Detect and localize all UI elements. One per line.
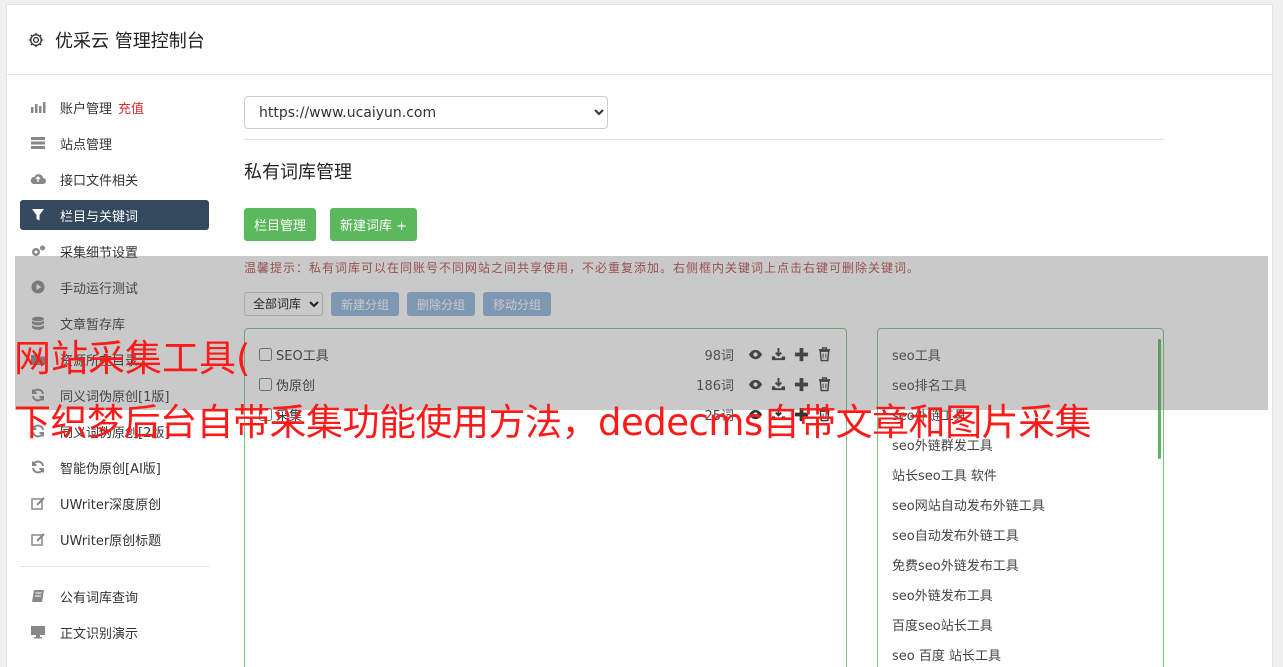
- caption-overlay: [15, 256, 1268, 410]
- sidebar-item-text-recognition[interactable]: 正文识别演示: [20, 617, 209, 647]
- sidebar-item-label: 智能伪原创[AI版]: [60, 461, 161, 477]
- divider: [244, 139, 1164, 140]
- new-library-button[interactable]: 新建词库 +: [330, 208, 418, 241]
- keyword-item[interactable]: seo 百度 站长工具: [892, 639, 1149, 667]
- top-bar: 优采云 管理控制台: [7, 5, 1272, 75]
- edit-icon: [30, 531, 46, 547]
- book-icon: [30, 588, 46, 604]
- sidebar-item-label: 站点管理: [60, 137, 113, 153]
- sidebar-item-label: UWriter原创标题: [60, 533, 162, 549]
- keyword-item[interactable]: 免费seo外链发布工具: [892, 549, 1149, 579]
- sidebar-item-ai-rewrite[interactable]: 智能伪原创[AI版]: [20, 452, 209, 482]
- keyword-item[interactable]: seo外链发布工具: [892, 579, 1149, 609]
- sidebar-item-label: 栏目与关键词: [60, 209, 139, 225]
- action-buttons: 栏目管理 新建词库 +: [244, 208, 1164, 241]
- section-title: 私有词库管理: [244, 162, 352, 183]
- sidebar-item-public-lib[interactable]: 公有词库查询: [20, 581, 209, 611]
- sidebar-item-label: 接口文件相关: [60, 173, 139, 189]
- sidebar-item-label: 正文识别演示: [60, 626, 139, 642]
- filter-icon: [30, 207, 46, 223]
- sidebar-item-label: 账户管理: [60, 101, 113, 117]
- edit-icon: [30, 495, 46, 511]
- sidebar-item-uwriter-deep[interactable]: UWriter深度原创: [20, 488, 209, 518]
- keyword-item[interactable]: 百度seo站长工具: [892, 609, 1149, 639]
- bar-chart-icon: [30, 99, 46, 115]
- server-icon: [30, 135, 46, 151]
- keyword-item[interactable]: seo网站自动发布外链工具: [892, 489, 1149, 519]
- site-select[interactable]: https://www.ucaiyun.com: [244, 96, 608, 129]
- column-manage-button[interactable]: 栏目管理: [244, 208, 317, 241]
- recharge-link[interactable]: 充值: [118, 98, 144, 117]
- sidebar-item-label: 公有词库查询: [60, 590, 139, 606]
- sidebar-item-account[interactable]: 账户管理 充值: [20, 92, 209, 122]
- keyword-item[interactable]: seo自动发布外链工具: [892, 519, 1149, 549]
- sidebar-item-uwriter-title[interactable]: UWriter原创标题: [20, 524, 209, 554]
- sidebar-item-columns-keywords[interactable]: 栏目与关键词: [20, 200, 209, 230]
- keyword-item[interactable]: 站长seo工具 软件: [892, 459, 1149, 489]
- caption-line-2: 下织梦后台自带采集功能使用方法，dedecms自带文章和图片采集: [14, 401, 1092, 444]
- sidebar-item-sites[interactable]: 站点管理: [20, 128, 209, 158]
- sidebar-item-label: UWriter深度原创: [60, 497, 162, 513]
- gear-icon: [28, 32, 44, 47]
- page-title: 优采云 管理控制台: [55, 30, 205, 52]
- monitor-icon: [30, 624, 46, 640]
- cloud-upload-icon: [30, 171, 46, 187]
- refresh-icon: [30, 459, 46, 475]
- caption-line-1: 网站采集工具(: [14, 337, 251, 380]
- sidebar-item-interface[interactable]: 接口文件相关: [20, 164, 209, 194]
- sidebar-divider: [20, 566, 209, 567]
